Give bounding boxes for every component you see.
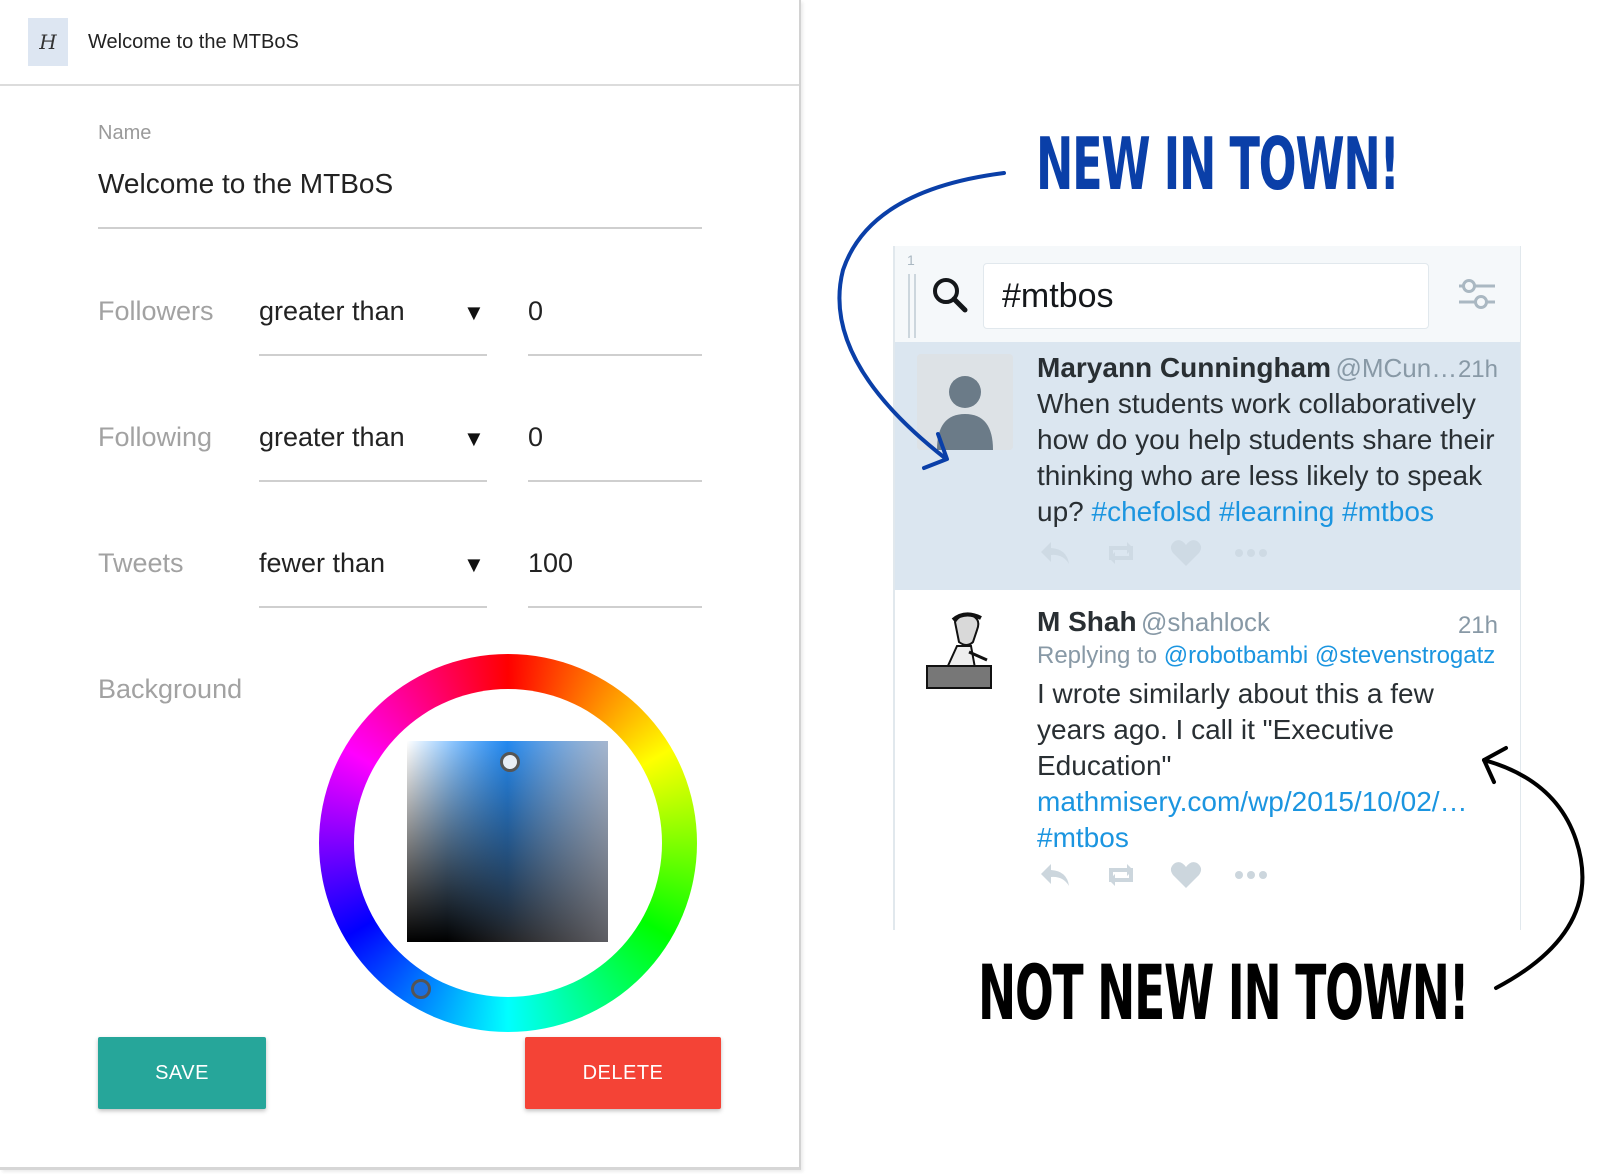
input-underline (528, 606, 702, 608)
reply-icon[interactable] (1037, 860, 1073, 890)
dropdown-arrow-icon: ▼ (463, 552, 485, 577)
tweet-time[interactable]: 21h (1458, 612, 1498, 640)
replying-to-prefix: Replying to (1037, 642, 1158, 669)
like-heart-icon[interactable] (1169, 860, 1203, 890)
reply-icon[interactable] (1037, 538, 1073, 568)
tweets-label: Tweets (98, 548, 184, 578)
following-value-input[interactable]: 0 (528, 422, 543, 453)
person-silhouette-icon (917, 354, 1013, 450)
panel-title: Welcome to the MTBoS (88, 31, 299, 53)
followers-label: Followers (98, 296, 214, 326)
tweet-text: I wrote similarly about this a few years… (1037, 676, 1507, 856)
replying-to-line: Replying to @robotbambi @stevenstrogatz (1037, 642, 1495, 670)
tweetdeck-column: 1 #mtbos Maryann Cunningham @MCun… 21h W… (893, 246, 1521, 930)
retweet-icon[interactable] (1101, 860, 1141, 890)
following-label: Following (98, 422, 213, 452)
column-type-icon: H (28, 18, 68, 66)
tweet-link[interactable]: mathmisery.com/wp/2015/10/02/… (1037, 786, 1468, 817)
drag-handle[interactable] (908, 274, 916, 338)
following-comparator-value: greater than (259, 422, 405, 452)
tweet-body: I wrote similarly about this a few years… (1037, 678, 1434, 781)
tweet-hashtags[interactable]: #chefolsd #learning #mtbos (1092, 496, 1434, 527)
dropdown-arrow-icon: ▼ (463, 300, 485, 325)
followers-comparator-value: greater than (259, 296, 405, 326)
default-avatar[interactable] (917, 354, 1013, 450)
column-number: 1 (907, 252, 915, 268)
tweet-time[interactable]: 21h (1458, 356, 1498, 384)
input-underline (528, 354, 702, 356)
hue-handle[interactable] (411, 979, 431, 999)
tweet-item[interactable]: M Shah @shahlock 21h Replying to @robotb… (895, 590, 1520, 930)
tweet-author-handle[interactable]: @MCun… (1335, 353, 1457, 383)
select-underline (259, 606, 487, 608)
search-input[interactable]: #mtbos (983, 263, 1429, 329)
search-icon (933, 278, 968, 313)
name-input[interactable]: Welcome to the MTBoS (98, 168, 393, 200)
name-underline (98, 227, 702, 229)
background-label: Background (98, 674, 243, 704)
column-header: 1 #mtbos (895, 246, 1520, 342)
tweet-author-name[interactable]: M Shah (1037, 606, 1137, 637)
panel-header: H Welcome to the MTBoS (0, 0, 799, 86)
tweet-text: When students work collaboratively how d… (1037, 386, 1507, 530)
new-in-town-annotation: NEW IN TOWN! (1036, 122, 1400, 206)
retweet-icon[interactable] (1101, 538, 1141, 568)
not-new-in-town-annotation: NOT NEW IN TOWN! (978, 948, 1470, 1037)
delete-button[interactable]: DELETE (525, 1037, 721, 1109)
tweet-author-handle[interactable]: @shahlock (1141, 607, 1270, 637)
filter-settings-panel: H Welcome to the MTBoS Name Welcome to t… (0, 0, 801, 1170)
tweet-author-name[interactable]: Maryann Cunningham (1037, 352, 1331, 383)
sv-handle[interactable] (500, 752, 520, 772)
like-heart-icon[interactable] (1169, 538, 1203, 568)
tweet-actions (1037, 860, 1271, 890)
more-options-icon[interactable] (1231, 538, 1271, 568)
followers-value-input[interactable]: 0 (528, 296, 543, 327)
tweets-comparator-value: fewer than (259, 548, 386, 578)
tweet-actions (1037, 538, 1271, 568)
more-options-icon[interactable] (1231, 860, 1271, 890)
filter-settings-icon[interactable] (1457, 274, 1497, 314)
name-label: Name (98, 122, 152, 144)
tweet-header: M Shah @shahlock (1037, 606, 1270, 638)
cartoon-avatar-icon (917, 602, 1013, 698)
tweets-value-input[interactable]: 100 (528, 548, 573, 579)
input-underline (528, 480, 702, 482)
select-underline (259, 354, 487, 356)
select-underline (259, 480, 487, 482)
replying-to-handles[interactable]: @robotbambi @stevenstrogatz (1164, 642, 1496, 669)
save-button[interactable]: SAVE (98, 1037, 266, 1109)
user-avatar[interactable] (917, 602, 1013, 698)
tweet-hashtags[interactable]: #mtbos (1037, 822, 1129, 853)
dropdown-arrow-icon: ▼ (463, 426, 485, 451)
tweet-header: Maryann Cunningham @MCun… (1037, 352, 1457, 384)
tweet-item[interactable]: Maryann Cunningham @MCun… 21h When stude… (895, 342, 1520, 590)
